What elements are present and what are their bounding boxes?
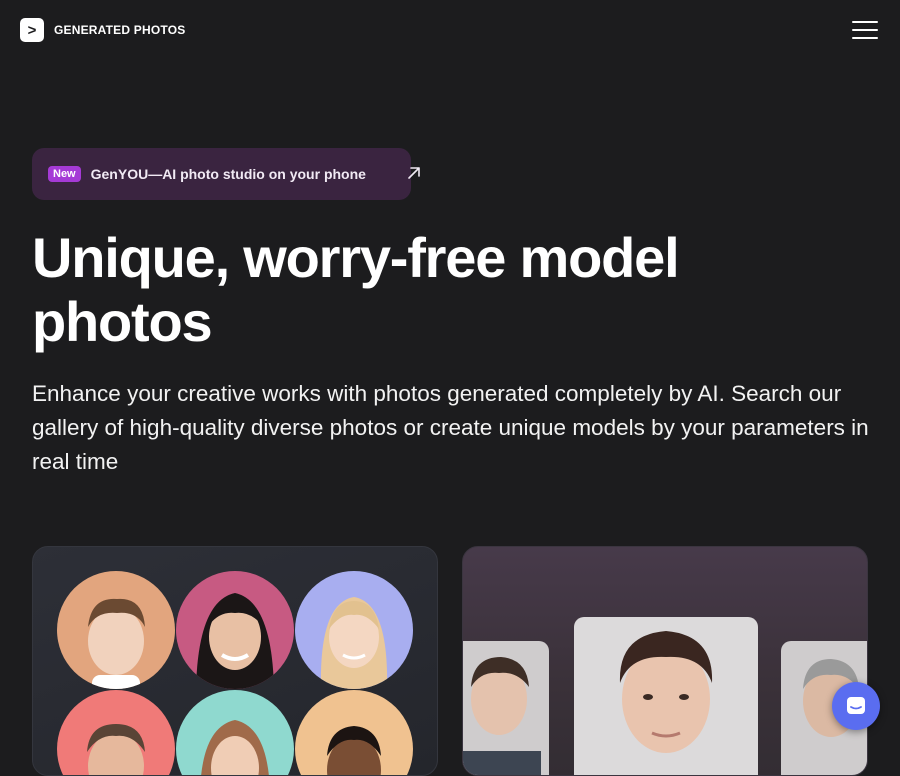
promo-banner[interactable]: New GenYOU—AI photo studio on your phone	[32, 148, 420, 200]
gallery-card[interactable]	[32, 546, 438, 776]
hamburger-menu-icon[interactable]	[852, 21, 878, 39]
arrow-up-right-icon	[408, 167, 420, 179]
top-bar: > GENERATED PHOTOS	[0, 0, 900, 60]
face-photo[interactable]	[57, 690, 175, 775]
face-photo[interactable]	[176, 690, 294, 775]
brand-name: GENERATED PHOTOS	[54, 23, 186, 37]
face-photo[interactable]	[57, 571, 175, 689]
face-photo[interactable]	[295, 690, 413, 775]
logo-icon: >	[20, 18, 44, 42]
side-photo-left[interactable]	[463, 641, 549, 775]
page-title: Unique, worry-free model photos	[32, 226, 680, 353]
chat-bubble-icon[interactable]	[832, 682, 880, 730]
main-generated-photo[interactable]	[574, 617, 758, 775]
generator-card[interactable]	[462, 546, 868, 776]
face-photo[interactable]	[295, 571, 413, 689]
promo-text: GenYOU—AI photo studio on your phone	[90, 166, 366, 182]
face-photo[interactable]	[176, 571, 294, 689]
chat-icon-glyph	[847, 697, 865, 714]
new-badge: New	[48, 166, 81, 182]
brand-logo[interactable]: > GENERATED PHOTOS	[20, 18, 185, 42]
page-subtitle: Enhance your creative works with photos …	[32, 381, 869, 474]
